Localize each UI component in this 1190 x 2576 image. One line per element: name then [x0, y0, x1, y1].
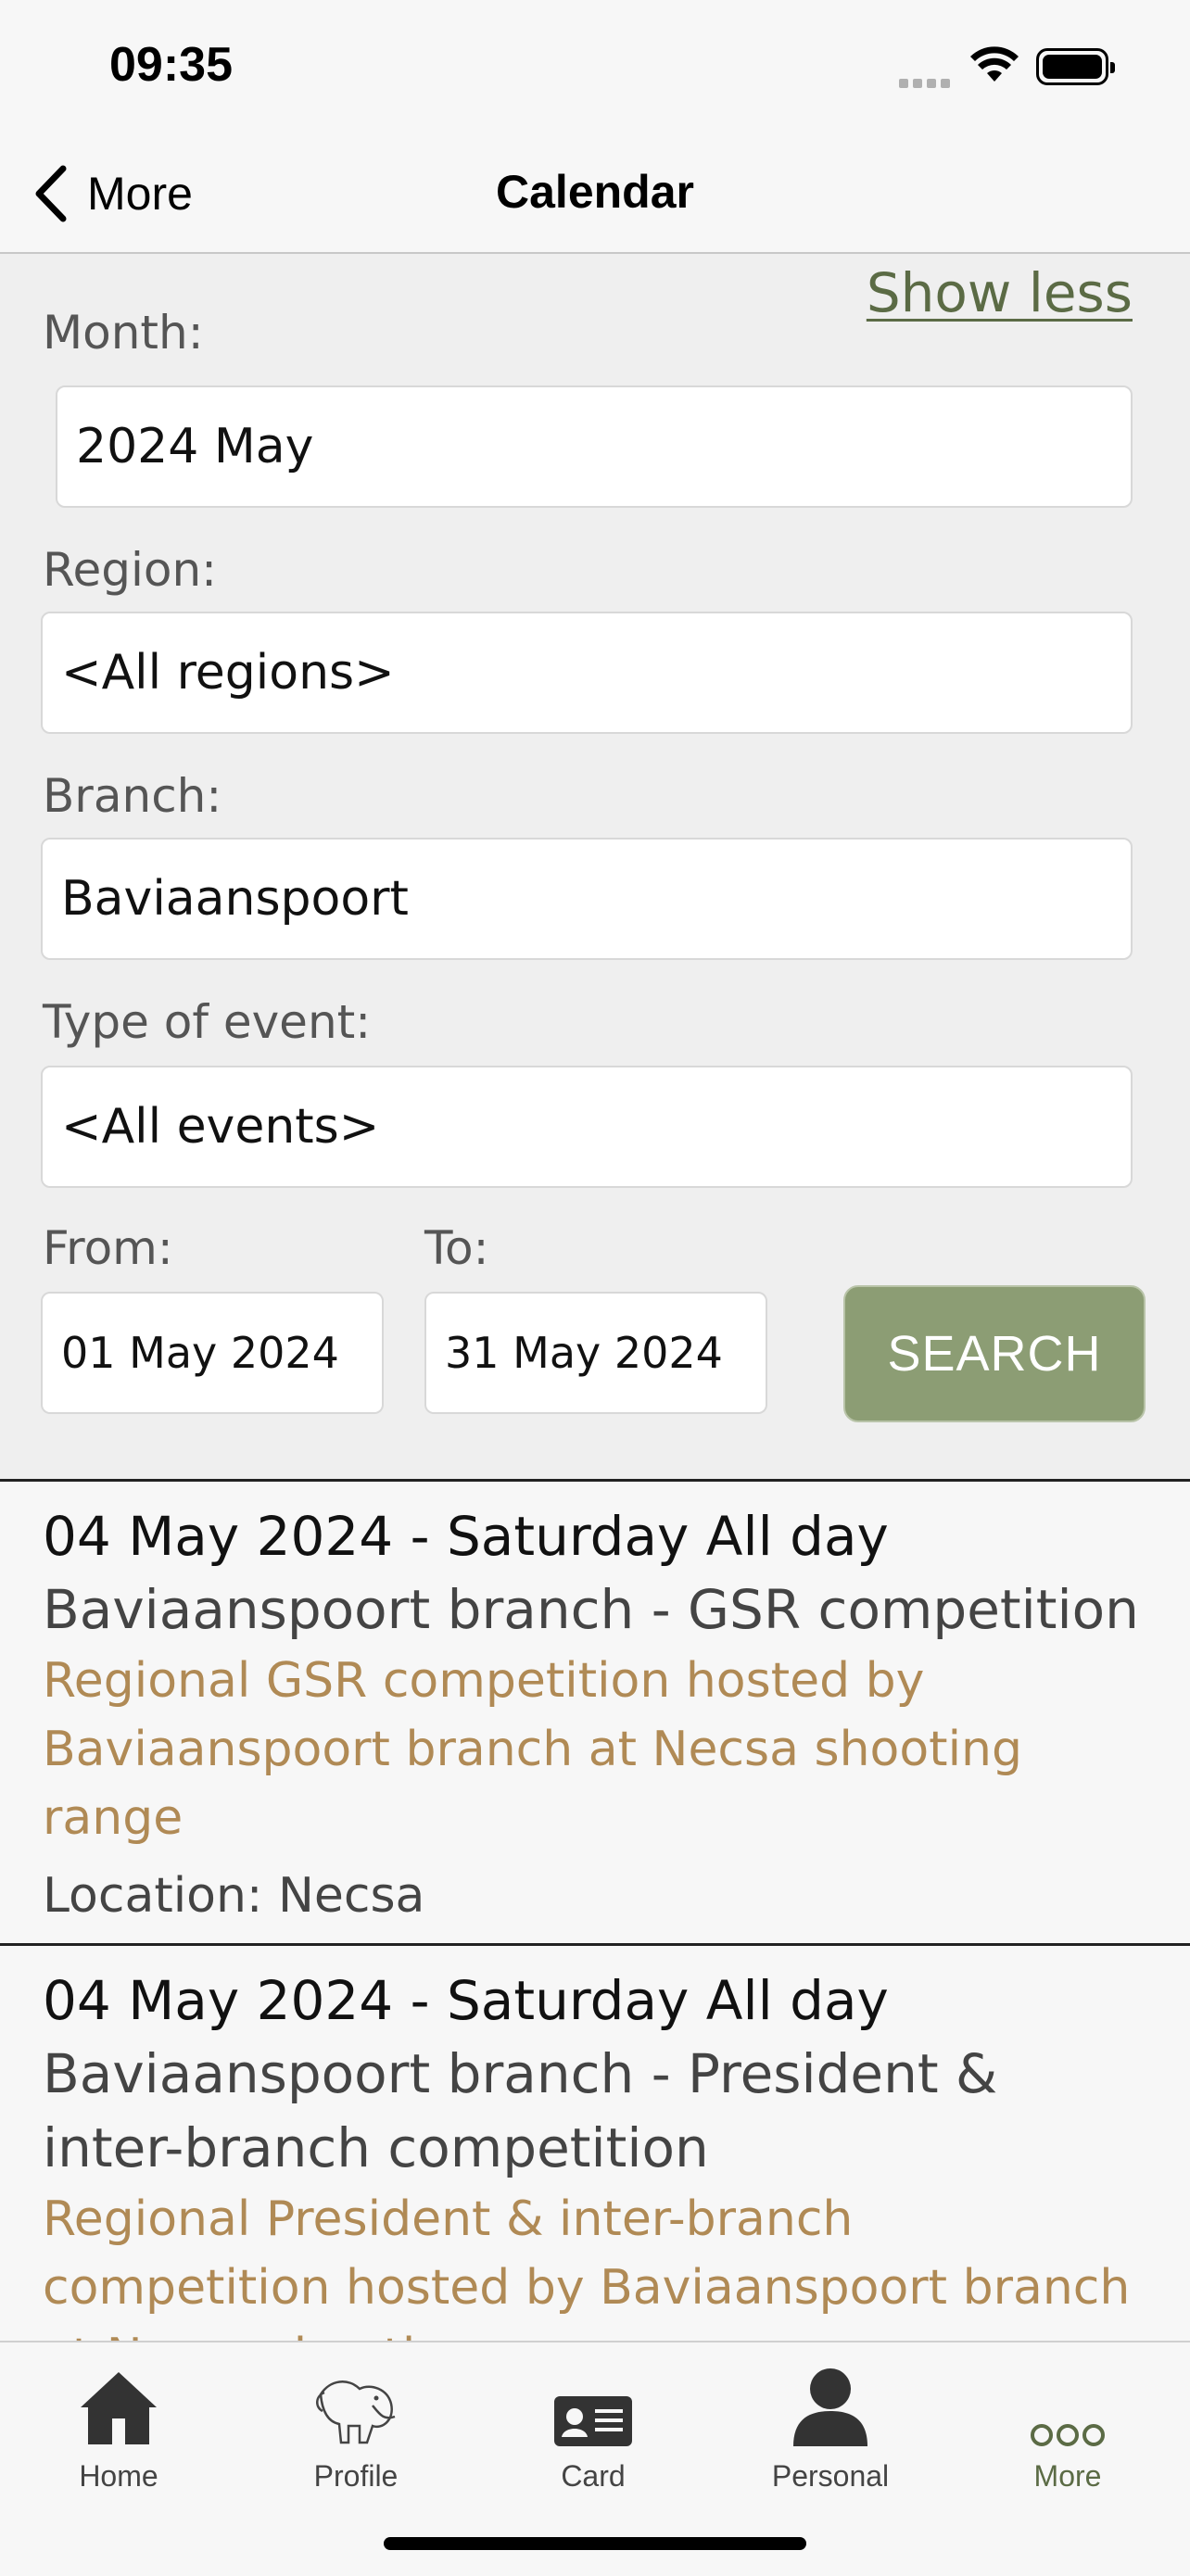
- branch-field[interactable]: Baviaanspoort: [41, 838, 1133, 960]
- branch-label: Branch:: [43, 769, 222, 823]
- home-indicator: [384, 2537, 806, 2550]
- tab-personal[interactable]: Personal: [712, 2359, 949, 2498]
- event-date: 04 May 2024 - Saturday All day: [43, 1969, 889, 2032]
- more-icon: [1031, 2424, 1105, 2446]
- tab-label: Profile: [313, 2459, 399, 2493]
- event-title: Baviaanspoort branch - President & inter…: [43, 2042, 998, 2179]
- page-title: Calendar: [496, 166, 694, 218]
- from-date-field[interactable]: 01 May 2024: [41, 1292, 384, 1414]
- status-bar: 09:35: [0, 0, 1190, 139]
- navigation-bar: More Calendar: [0, 139, 1190, 254]
- from-label: From:: [43, 1221, 173, 1275]
- cellular-signal-icon: [899, 74, 955, 92]
- filter-panel: Show less Month: 2024 May Region: <All r…: [0, 254, 1190, 1479]
- list-item[interactable]: 04 May 2024 - Saturday All day Baviaansp…: [0, 1479, 1190, 1943]
- event-location: Location: Necsa: [43, 1868, 425, 1924]
- list-item[interactable]: 04 May 2024 - Saturday All day Baviaansp…: [0, 1943, 1190, 2341]
- event-list: 04 May 2024 - Saturday All day Baviaansp…: [0, 1479, 1190, 2341]
- wifi-icon: [969, 46, 1019, 87]
- status-time: 09:35: [109, 38, 233, 92]
- tab-profile[interactable]: Profile: [237, 2359, 475, 2498]
- event-description: Regional GSR competition hosted by Bavia…: [43, 1653, 1022, 1846]
- tab-card[interactable]: Card: [475, 2359, 712, 2498]
- home-icon: [81, 2372, 157, 2444]
- event-type-field[interactable]: <All events>: [41, 1066, 1133, 1188]
- event-title: Baviaanspoort branch - GSR competition: [43, 1578, 1139, 1641]
- battery-icon: [1036, 48, 1115, 85]
- profile-icon: [316, 2380, 396, 2444]
- tab-label: More: [1033, 2459, 1102, 2493]
- month-label: Month:: [43, 306, 204, 360]
- show-less-link[interactable]: Show less: [867, 261, 1133, 324]
- tab-more[interactable]: More: [949, 2359, 1186, 2498]
- tab-label: Home: [79, 2459, 158, 2493]
- to-label: To:: [424, 1221, 489, 1275]
- tab-label: Card: [561, 2459, 626, 2493]
- card-icon: [554, 2396, 632, 2446]
- region-field[interactable]: <All regions>: [41, 612, 1133, 734]
- event-type-label: Type of event:: [43, 995, 372, 1049]
- person-icon: [793, 2368, 867, 2446]
- tab-label: Personal: [771, 2459, 890, 2493]
- to-date-field[interactable]: 31 May 2024: [424, 1292, 767, 1414]
- tab-home[interactable]: Home: [0, 2359, 237, 2498]
- search-button[interactable]: SEARCH: [843, 1285, 1146, 1422]
- month-field[interactable]: 2024 May: [56, 385, 1133, 508]
- region-label: Region:: [43, 543, 218, 597]
- event-date: 04 May 2024 - Saturday All day: [43, 1505, 889, 1568]
- event-description: Regional President & inter-branch compet…: [43, 2191, 1131, 2341]
